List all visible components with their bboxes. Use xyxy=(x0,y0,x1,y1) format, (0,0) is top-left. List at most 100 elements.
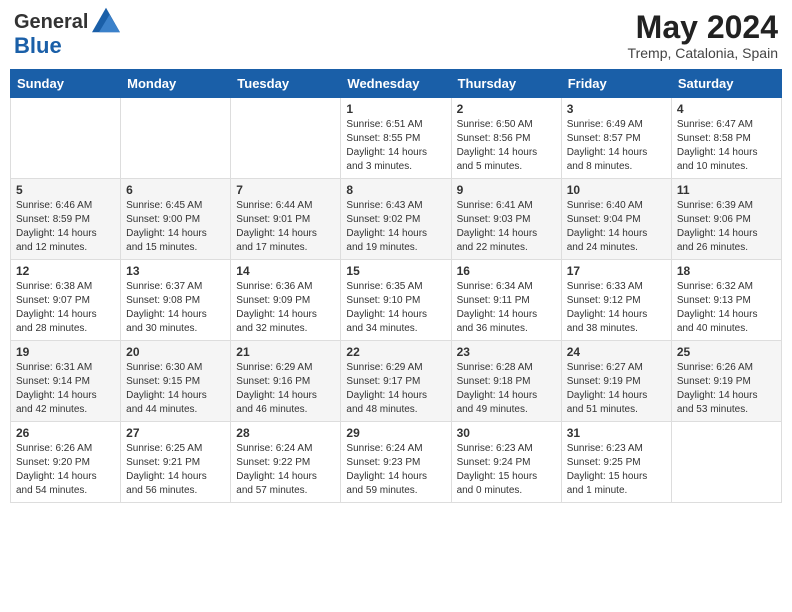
day-info: Sunrise: 6:50 AM Sunset: 8:56 PM Dayligh… xyxy=(457,118,556,174)
sunrise: Sunrise: 6:41 AM xyxy=(457,199,556,213)
calendar-cell xyxy=(121,98,231,179)
daylight: Daylight: 14 hours and 15 minutes. xyxy=(126,227,225,255)
logo: General Blue xyxy=(14,10,120,58)
calendar-cell: 17 Sunrise: 6:33 AM Sunset: 9:12 PM Dayl… xyxy=(561,260,671,341)
calendar-week-4: 19 Sunrise: 6:31 AM Sunset: 9:14 PM Dayl… xyxy=(11,341,782,422)
calendar-cell: 13 Sunrise: 6:37 AM Sunset: 9:08 PM Dayl… xyxy=(121,260,231,341)
day-info: Sunrise: 6:32 AM Sunset: 9:13 PM Dayligh… xyxy=(677,280,776,336)
day-number: 7 xyxy=(236,183,335,197)
col-friday: Friday xyxy=(561,70,671,98)
header-row: Sunday Monday Tuesday Wednesday Thursday… xyxy=(11,70,782,98)
day-info: Sunrise: 6:37 AM Sunset: 9:08 PM Dayligh… xyxy=(126,280,225,336)
calendar-cell: 8 Sunrise: 6:43 AM Sunset: 9:02 PM Dayli… xyxy=(341,179,451,260)
day-info: Sunrise: 6:33 AM Sunset: 9:12 PM Dayligh… xyxy=(567,280,666,336)
daylight: Daylight: 14 hours and 10 minutes. xyxy=(677,146,776,174)
calendar-cell: 10 Sunrise: 6:40 AM Sunset: 9:04 PM Dayl… xyxy=(561,179,671,260)
sunrise: Sunrise: 6:31 AM xyxy=(16,361,115,375)
page: General Blue May 2024 Tremp, Catalonia, … xyxy=(0,0,792,513)
calendar-cell xyxy=(231,98,341,179)
sunset: Sunset: 9:24 PM xyxy=(457,456,556,470)
daylight: Daylight: 14 hours and 22 minutes. xyxy=(457,227,556,255)
sunset: Sunset: 9:21 PM xyxy=(126,456,225,470)
daylight: Daylight: 14 hours and 5 minutes. xyxy=(457,146,556,174)
sunset: Sunset: 9:18 PM xyxy=(457,375,556,389)
month-year: May 2024 xyxy=(628,10,778,45)
calendar-cell: 29 Sunrise: 6:24 AM Sunset: 9:23 PM Dayl… xyxy=(341,422,451,503)
logo-icon xyxy=(92,6,120,34)
calendar-cell: 25 Sunrise: 6:26 AM Sunset: 9:19 PM Dayl… xyxy=(671,341,781,422)
logo-text-blue: Blue xyxy=(14,34,62,58)
sunrise: Sunrise: 6:29 AM xyxy=(236,361,335,375)
day-info: Sunrise: 6:27 AM Sunset: 9:19 PM Dayligh… xyxy=(567,361,666,417)
sunset: Sunset: 9:13 PM xyxy=(677,294,776,308)
sunset: Sunset: 9:04 PM xyxy=(567,213,666,227)
calendar-cell: 19 Sunrise: 6:31 AM Sunset: 9:14 PM Dayl… xyxy=(11,341,121,422)
sunset: Sunset: 9:09 PM xyxy=(236,294,335,308)
day-number: 23 xyxy=(457,345,556,359)
calendar-week-3: 12 Sunrise: 6:38 AM Sunset: 9:07 PM Dayl… xyxy=(11,260,782,341)
day-info: Sunrise: 6:47 AM Sunset: 8:58 PM Dayligh… xyxy=(677,118,776,174)
calendar-cell: 24 Sunrise: 6:27 AM Sunset: 9:19 PM Dayl… xyxy=(561,341,671,422)
day-number: 1 xyxy=(346,102,445,116)
sunrise: Sunrise: 6:51 AM xyxy=(346,118,445,132)
calendar-week-1: 1 Sunrise: 6:51 AM Sunset: 8:55 PM Dayli… xyxy=(11,98,782,179)
day-number: 13 xyxy=(126,264,225,278)
sunrise: Sunrise: 6:32 AM xyxy=(677,280,776,294)
daylight: Daylight: 14 hours and 48 minutes. xyxy=(346,389,445,417)
daylight: Daylight: 14 hours and 56 minutes. xyxy=(126,470,225,498)
day-number: 29 xyxy=(346,426,445,440)
day-info: Sunrise: 6:34 AM Sunset: 9:11 PM Dayligh… xyxy=(457,280,556,336)
sunset: Sunset: 9:23 PM xyxy=(346,456,445,470)
daylight: Daylight: 14 hours and 3 minutes. xyxy=(346,146,445,174)
sunset: Sunset: 9:15 PM xyxy=(126,375,225,389)
daylight: Daylight: 14 hours and 26 minutes. xyxy=(677,227,776,255)
daylight: Daylight: 14 hours and 17 minutes. xyxy=(236,227,335,255)
sunrise: Sunrise: 6:47 AM xyxy=(677,118,776,132)
sunset: Sunset: 9:01 PM xyxy=(236,213,335,227)
day-number: 17 xyxy=(567,264,666,278)
calendar-cell: 20 Sunrise: 6:30 AM Sunset: 9:15 PM Dayl… xyxy=(121,341,231,422)
day-number: 4 xyxy=(677,102,776,116)
day-info: Sunrise: 6:30 AM Sunset: 9:15 PM Dayligh… xyxy=(126,361,225,417)
daylight: Daylight: 14 hours and 42 minutes. xyxy=(16,389,115,417)
daylight: Daylight: 14 hours and 28 minutes. xyxy=(16,308,115,336)
sunset: Sunset: 9:20 PM xyxy=(16,456,115,470)
col-wednesday: Wednesday xyxy=(341,70,451,98)
sunset: Sunset: 9:16 PM xyxy=(236,375,335,389)
day-number: 5 xyxy=(16,183,115,197)
daylight: Daylight: 14 hours and 36 minutes. xyxy=(457,308,556,336)
daylight: Daylight: 14 hours and 32 minutes. xyxy=(236,308,335,336)
sunrise: Sunrise: 6:40 AM xyxy=(567,199,666,213)
sunset: Sunset: 9:10 PM xyxy=(346,294,445,308)
calendar-cell: 6 Sunrise: 6:45 AM Sunset: 9:00 PM Dayli… xyxy=(121,179,231,260)
daylight: Daylight: 14 hours and 59 minutes. xyxy=(346,470,445,498)
day-number: 11 xyxy=(677,183,776,197)
sunrise: Sunrise: 6:23 AM xyxy=(457,442,556,456)
sunset: Sunset: 9:07 PM xyxy=(16,294,115,308)
day-info: Sunrise: 6:40 AM Sunset: 9:04 PM Dayligh… xyxy=(567,199,666,255)
day-info: Sunrise: 6:44 AM Sunset: 9:01 PM Dayligh… xyxy=(236,199,335,255)
day-number: 19 xyxy=(16,345,115,359)
daylight: Daylight: 14 hours and 12 minutes. xyxy=(16,227,115,255)
sunrise: Sunrise: 6:27 AM xyxy=(567,361,666,375)
sunset: Sunset: 9:00 PM xyxy=(126,213,225,227)
sunrise: Sunrise: 6:26 AM xyxy=(677,361,776,375)
sunset: Sunset: 9:02 PM xyxy=(346,213,445,227)
day-info: Sunrise: 6:26 AM Sunset: 9:19 PM Dayligh… xyxy=(677,361,776,417)
daylight: Daylight: 14 hours and 30 minutes. xyxy=(126,308,225,336)
day-number: 18 xyxy=(677,264,776,278)
day-info: Sunrise: 6:35 AM Sunset: 9:10 PM Dayligh… xyxy=(346,280,445,336)
sunrise: Sunrise: 6:43 AM xyxy=(346,199,445,213)
calendar-cell: 1 Sunrise: 6:51 AM Sunset: 8:55 PM Dayli… xyxy=(341,98,451,179)
sunset: Sunset: 9:03 PM xyxy=(457,213,556,227)
title-block: May 2024 Tremp, Catalonia, Spain xyxy=(628,10,778,61)
location: Tremp, Catalonia, Spain xyxy=(628,45,778,61)
calendar-cell: 30 Sunrise: 6:23 AM Sunset: 9:24 PM Dayl… xyxy=(451,422,561,503)
daylight: Daylight: 15 hours and 0 minutes. xyxy=(457,470,556,498)
day-info: Sunrise: 6:31 AM Sunset: 9:14 PM Dayligh… xyxy=(16,361,115,417)
daylight: Daylight: 14 hours and 40 minutes. xyxy=(677,308,776,336)
sunrise: Sunrise: 6:44 AM xyxy=(236,199,335,213)
calendar-cell: 11 Sunrise: 6:39 AM Sunset: 9:06 PM Dayl… xyxy=(671,179,781,260)
calendar-week-5: 26 Sunrise: 6:26 AM Sunset: 9:20 PM Dayl… xyxy=(11,422,782,503)
sunrise: Sunrise: 6:29 AM xyxy=(346,361,445,375)
